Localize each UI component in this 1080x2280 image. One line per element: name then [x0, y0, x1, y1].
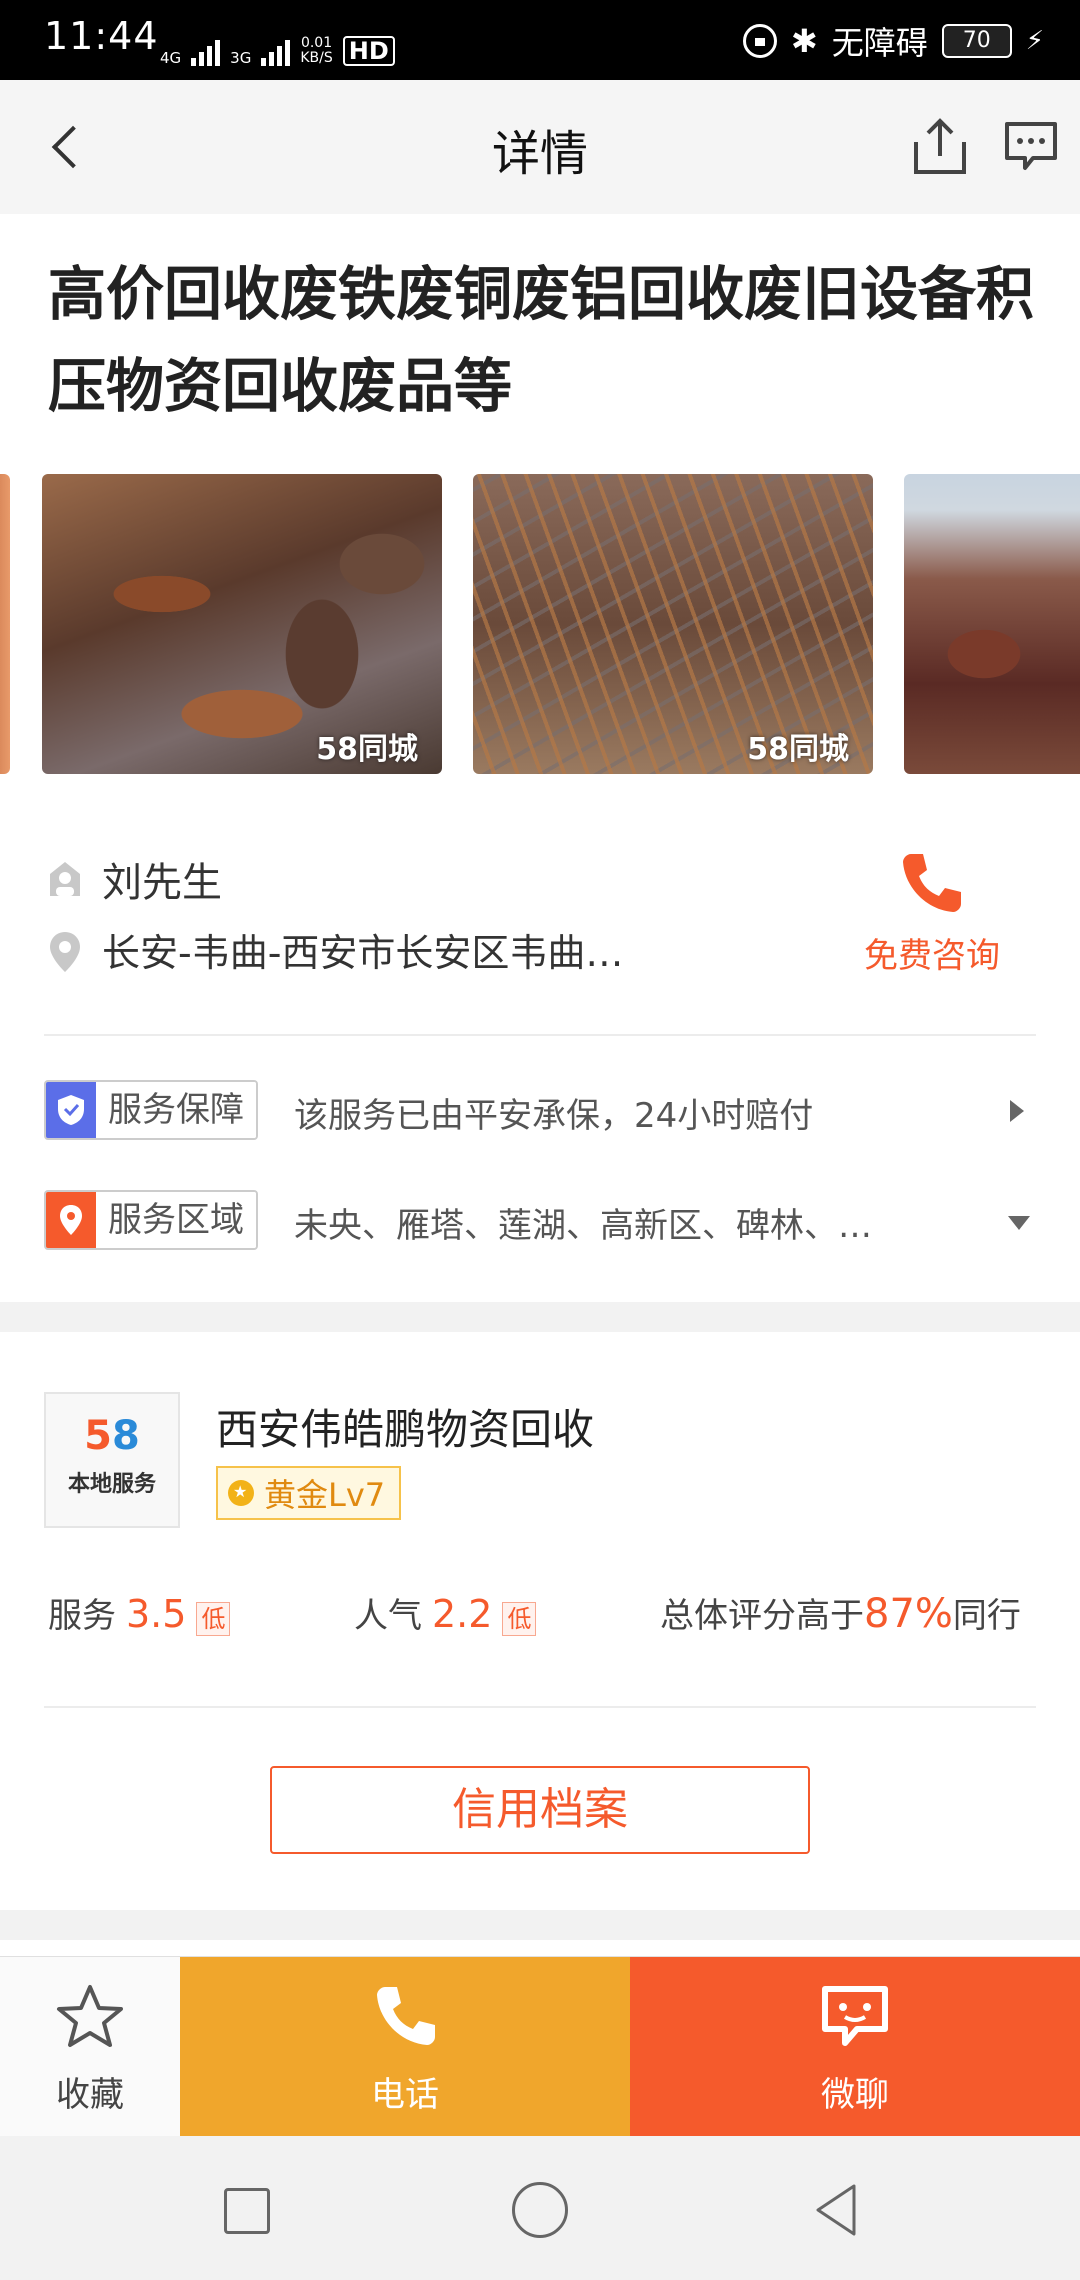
free-consult-label: 免费咨询 — [864, 936, 1000, 976]
star-icon — [57, 1985, 123, 2047]
signal-icon — [261, 36, 291, 66]
battery-icon: 70 — [941, 24, 1012, 58]
service-rating: 服务 3.5 低 — [48, 1588, 231, 1637]
contact-address[interactable]: 长安-韦曲-西安市长安区韦曲… — [102, 922, 722, 977]
shop-name[interactable]: 西安伟皓鹏物资回收 — [216, 1396, 594, 1457]
status-bar: 11:44 4G 3G 0.01 KB/S HD ✱ 无障碍 70 ⚡ — [0, 0, 1080, 80]
bluetooth-icon: ✱ — [790, 22, 818, 60]
status-right: ✱ 无障碍 70 ⚡ — [742, 18, 1044, 64]
contact-name: 刘先生 — [102, 860, 222, 906]
contact-section: 刘先生 长安-韦曲-西安市长安区韦曲… 免费咨询 — [0, 840, 1080, 1040]
status-time: 11:44 — [44, 14, 159, 58]
section-separator — [0, 1302, 1080, 1332]
gold-coin-icon — [228, 1480, 254, 1506]
rotation-lock-icon — [742, 24, 777, 58]
popularity-label: 人气 — [354, 1596, 422, 1636]
bottom-action-bar: 收藏 电话 微聊 — [0, 1956, 1080, 2137]
service-area-label: 服务区域 — [96, 1192, 256, 1248]
shop-level-text: 黄金Lv7 — [264, 1476, 386, 1514]
image-gallery[interactable]: 58同城 58同城 — [0, 474, 1080, 774]
system-back-button[interactable] — [806, 2180, 866, 2240]
share-button[interactable] — [912, 116, 968, 176]
free-consult-button[interactable]: 免费咨询 — [842, 848, 1022, 988]
network-type-1: 4G — [160, 49, 182, 67]
post-title: 高价回收废铁废铜废铝回收废旧设备积压物资回收废品等 — [48, 260, 1035, 420]
message-icon — [1005, 122, 1057, 170]
recent-apps-button[interactable] — [216, 2180, 276, 2240]
overall-percent: 87% — [864, 1591, 953, 1637]
favorite-label: 收藏 — [56, 2075, 124, 2115]
service-guarantee-badge: 服务保障 — [44, 1080, 258, 1140]
service-guarantee-row[interactable]: 服务保障 该服务已由平安承保，24小时赔付 — [44, 1080, 1044, 1140]
phone-icon — [377, 1987, 435, 2045]
overall-prefix: 总体评分高于 — [660, 1596, 864, 1636]
location-icon — [50, 932, 80, 972]
gallery-image[interactable]: 58同城 — [473, 474, 873, 774]
popularity-tag: 低 — [502, 1602, 537, 1636]
back-triangle-icon — [816, 2184, 856, 2236]
home-button[interactable] — [510, 2180, 570, 2240]
top-header: 详情 — [0, 80, 1080, 214]
divider — [44, 1706, 1036, 1708]
gallery-image-partial[interactable] — [0, 474, 10, 774]
arrow-right-icon — [1010, 1100, 1024, 1122]
share-icon — [914, 118, 966, 174]
service-area-text: 未央、雁塔、莲湖、高新区、碑林、… — [294, 1206, 872, 1246]
call-label: 电话 — [371, 2075, 439, 2115]
call-button[interactable]: 电话 — [180, 1957, 630, 2137]
location-pin-icon — [46, 1192, 96, 1248]
popularity-value: 2.2 — [432, 1592, 493, 1636]
person-icon — [50, 862, 80, 896]
gallery-image[interactable]: 58同城 — [42, 474, 442, 774]
message-button[interactable] — [1003, 118, 1059, 174]
logo-subtitle: 本地服务 — [67, 1472, 156, 1497]
popularity-rating: 人气 2.2 低 — [354, 1588, 537, 1637]
accessibility-label: 无障碍 — [831, 24, 928, 62]
divider — [44, 1034, 1036, 1036]
credit-record-button[interactable]: 信用档案 — [270, 1766, 810, 1854]
watermark: 58同城 — [316, 732, 418, 767]
gallery-image[interactable] — [904, 474, 1080, 774]
shop-logo[interactable]: 58 本地服务 — [44, 1392, 180, 1528]
section-separator — [0, 1910, 1080, 1940]
system-nav-bar — [0, 2136, 1080, 2280]
chat-label: 微聊 — [821, 2075, 889, 2115]
logo-58: 58 — [84, 1413, 140, 1459]
service-guarantee-text: 该服务已由平安承保，24小时赔付 — [294, 1096, 814, 1136]
network-speed: 0.01 KB/S — [300, 35, 333, 66]
expand-down-icon[interactable] — [1008, 1216, 1030, 1230]
favorite-button[interactable]: 收藏 — [0, 1957, 180, 2137]
service-rating-value: 3.5 — [126, 1592, 187, 1636]
signal-icon — [191, 36, 221, 66]
service-rating-label: 服务 — [48, 1596, 116, 1636]
overall-suffix: 同行 — [952, 1596, 1021, 1636]
network-type-2: 3G — [230, 49, 252, 67]
chat-button[interactable]: 微聊 — [630, 1957, 1080, 2137]
phone-icon — [903, 854, 961, 912]
network-indicators: 4G 3G 0.01 KB/S HD — [160, 16, 395, 66]
service-rating-tag: 低 — [196, 1602, 231, 1636]
charging-icon: ⚡ — [1025, 26, 1044, 56]
overall-rating: 总体评分高于 87% 同行 — [660, 1588, 1021, 1637]
shop-level-badge: 黄金Lv7 — [216, 1466, 402, 1520]
rating-stats: 服务 3.5 低 人气 2.2 低 总体评分高于 87% 同行 — [48, 1588, 1038, 1644]
chat-bubble-icon — [822, 1986, 888, 2046]
hd-icon: HD — [342, 36, 395, 66]
watermark: 58同城 — [747, 732, 849, 767]
service-area-row[interactable]: 服务区域 未央、雁塔、莲湖、高新区、碑林、… — [44, 1190, 1044, 1250]
shield-icon — [46, 1082, 96, 1138]
service-area-badge: 服务区域 — [44, 1190, 258, 1250]
service-guarantee-label: 服务保障 — [96, 1082, 256, 1138]
